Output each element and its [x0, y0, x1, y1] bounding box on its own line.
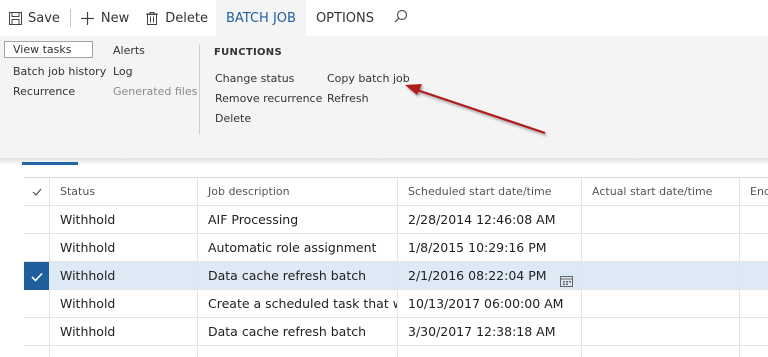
- search-icon: [394, 9, 408, 27]
- ribbon-shadow: [0, 158, 768, 166]
- table-row-selected[interactable]: Withhold Data cache refresh batch 2/1/20…: [24, 262, 768, 290]
- status-cell: Withhold: [50, 318, 198, 346]
- ribbon-divider: [199, 44, 200, 134]
- actual-start-cell: [582, 318, 740, 346]
- column-header-end[interactable]: End: [740, 178, 768, 206]
- functions-heading: FUNCTIONS: [214, 47, 282, 58]
- end-cell: [740, 346, 768, 357]
- actual-start-cell: [582, 290, 740, 318]
- row-select-checkbox[interactable]: [24, 206, 50, 234]
- end-cell: [740, 206, 768, 234]
- row-select-checkbox-checked[interactable]: [24, 262, 50, 290]
- delete-button[interactable]: Delete: [137, 0, 216, 36]
- active-section-indicator: [22, 162, 78, 165]
- row-select-checkbox[interactable]: [24, 234, 50, 262]
- scheduled-start-cell: 10/13/2017 06:00:00 AM: [398, 290, 582, 318]
- generated-files-button[interactable]: Generated files: [113, 85, 197, 98]
- tab-options[interactable]: OPTIONS: [306, 0, 384, 36]
- end-cell: [740, 234, 768, 262]
- scheduled-start-cell: 1/8/2015 10:29:16 PM: [398, 234, 582, 262]
- end-cell: [740, 262, 768, 290]
- toolbar-divider: [69, 9, 71, 27]
- refresh-button[interactable]: Refresh: [327, 92, 369, 105]
- new-button[interactable]: New: [73, 0, 137, 36]
- table-row[interactable]: Withhold Data cache refresh batch 3/30/2…: [24, 318, 768, 346]
- search-button[interactable]: [384, 0, 418, 36]
- trash-icon: [145, 11, 159, 25]
- description-cell: [198, 346, 398, 357]
- action-pane-toolbar: Save New Delete BATCH JOB OPTIONS: [0, 0, 768, 36]
- save-button[interactable]: Save: [0, 0, 68, 36]
- scheduled-start-cell[interactable]: 2/1/2016 08:22:04 PM: [398, 262, 582, 290]
- table-row-partial[interactable]: [24, 346, 768, 357]
- column-header-scheduled-start[interactable]: Scheduled start date/time: [398, 178, 582, 206]
- table-row[interactable]: Withhold Automatic role assignment 1/8/2…: [24, 234, 768, 262]
- new-label: New: [100, 10, 130, 26]
- delete-function-button[interactable]: Delete: [215, 112, 251, 125]
- end-cell: [740, 290, 768, 318]
- view-tasks-button[interactable]: View tasks: [4, 41, 93, 58]
- row-select-checkbox[interactable]: [24, 346, 50, 357]
- scheduled-start-value: 2/1/2016 08:22:04 PM: [408, 268, 547, 283]
- end-cell: [740, 318, 768, 346]
- status-cell: Withhold: [50, 234, 198, 262]
- column-header-job-description[interactable]: Job description: [198, 178, 398, 206]
- row-select-checkbox[interactable]: [24, 318, 50, 346]
- save-icon: [8, 11, 22, 25]
- scheduled-start-cell: [398, 346, 582, 357]
- batch-job-history-button[interactable]: Batch job history: [13, 65, 106, 78]
- select-all-checkbox[interactable]: [24, 178, 50, 206]
- description-cell: Data cache refresh batch: [198, 262, 398, 290]
- remove-recurrence-button[interactable]: Remove recurrence: [215, 92, 322, 105]
- status-cell: Withhold: [50, 262, 198, 290]
- scheduled-start-cell: 3/30/2017 12:38:18 AM: [398, 318, 582, 346]
- delete-label: Delete: [165, 10, 208, 26]
- recurrence-button[interactable]: Recurrence: [13, 85, 75, 98]
- plus-icon: [81, 11, 95, 25]
- actual-start-cell: [582, 346, 740, 357]
- column-header-actual-start[interactable]: Actual start date/time: [582, 178, 740, 206]
- row-select-checkbox[interactable]: [24, 290, 50, 318]
- column-header-status[interactable]: Status: [50, 178, 198, 206]
- copy-batch-job-button[interactable]: Copy batch job: [327, 72, 410, 85]
- description-cell: Data cache refresh batch: [198, 318, 398, 346]
- scheduled-start-cell: 2/28/2014 12:46:08 AM: [398, 206, 582, 234]
- table-row[interactable]: Withhold AIF Processing 2/28/2014 12:46:…: [24, 206, 768, 234]
- status-cell: Withhold: [50, 290, 198, 318]
- log-button[interactable]: Log: [113, 65, 133, 78]
- alerts-button[interactable]: Alerts: [113, 44, 145, 57]
- batch-jobs-grid: Status Job description Scheduled start d…: [24, 177, 768, 357]
- description-cell: Create a scheduled task that will...: [198, 290, 398, 318]
- actual-start-cell: [582, 234, 740, 262]
- status-cell: Withhold: [50, 206, 198, 234]
- grid-header-row: Status Job description Scheduled start d…: [24, 178, 768, 206]
- change-status-button[interactable]: Change status: [215, 72, 294, 85]
- description-cell: Automatic role assignment: [198, 234, 398, 262]
- actual-start-cell: [582, 262, 740, 290]
- calendar-icon[interactable]: [560, 269, 573, 290]
- actual-start-cell: [582, 206, 740, 234]
- status-cell: [50, 346, 198, 357]
- save-label: Save: [28, 10, 60, 26]
- table-row[interactable]: Withhold Create a scheduled task that wi…: [24, 290, 768, 318]
- tab-batch-job[interactable]: BATCH JOB: [216, 0, 306, 36]
- description-cell: AIF Processing: [198, 206, 398, 234]
